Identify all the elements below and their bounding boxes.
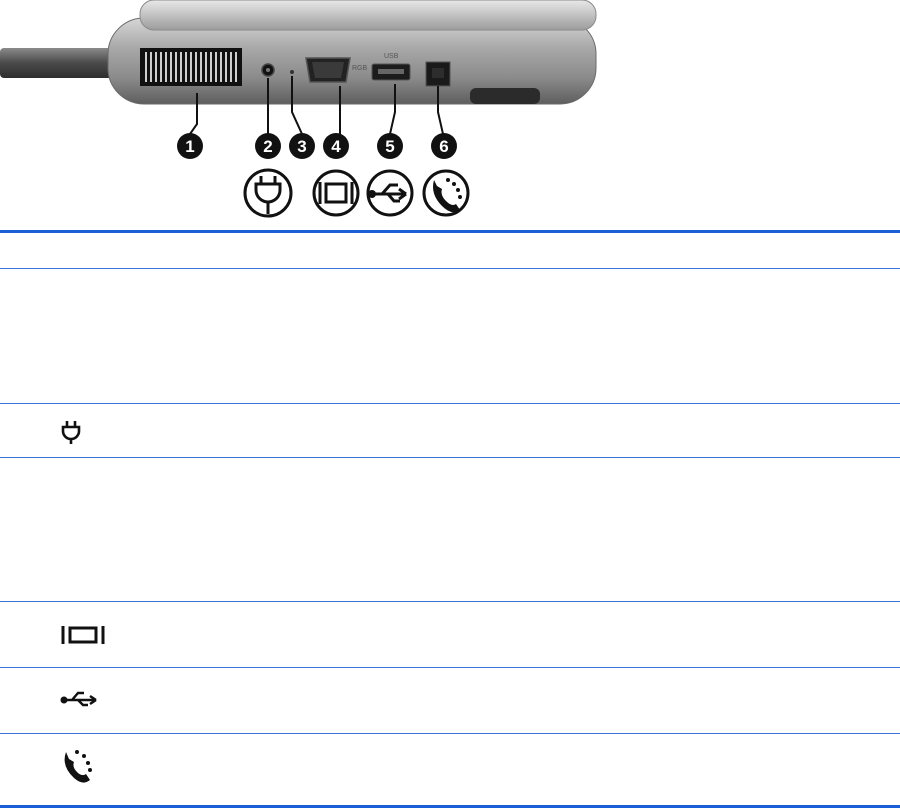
usb-icon: [366, 169, 414, 217]
row-rule: [0, 457, 900, 458]
table-row: [60, 748, 96, 784]
usb-icon: [60, 691, 97, 707]
power-plug-icon: [61, 421, 81, 444]
callout-1: 1: [177, 133, 203, 159]
callout-2: 2: [255, 133, 281, 159]
svg-text:4: 4: [331, 137, 341, 156]
table-top-rule: [0, 230, 900, 233]
table-row: [60, 690, 100, 708]
battery-light: [290, 70, 294, 74]
table-row: [60, 420, 82, 444]
vent: [140, 48, 242, 86]
table-row: [60, 625, 106, 645]
svg-text:5: 5: [385, 137, 394, 156]
row-rule: [0, 601, 900, 602]
external-monitor-icon: [61, 626, 105, 644]
row-rule: [0, 403, 900, 404]
callout-6: 6: [431, 133, 457, 159]
external-monitor-icon: [312, 169, 360, 217]
table-bottom-rule: [0, 805, 900, 808]
svg-text:2: 2: [263, 137, 272, 156]
row-rule: [0, 733, 900, 734]
callout-5: 5: [377, 133, 403, 159]
row-rule: [0, 667, 900, 668]
svg-text:3: 3: [297, 137, 306, 156]
power-connector: [261, 63, 275, 77]
callout-4: 4: [323, 133, 349, 159]
vga-port-label: RGB: [352, 65, 368, 72]
rj11-jack: [425, 61, 451, 87]
power-plug-icon: [243, 168, 293, 218]
callout-3: 3: [289, 133, 315, 159]
laptop-side-ports-figure: RGB USB 1 2 3 4 5 6: [0, 0, 597, 218]
svg-text:1: 1: [185, 137, 194, 156]
usb-port-label: USB: [384, 53, 399, 60]
svg-text:6: 6: [439, 137, 448, 156]
modem-phone-icon: [64, 750, 92, 783]
table-header-rule: [0, 268, 900, 269]
modem-phone-icon: [422, 169, 470, 217]
